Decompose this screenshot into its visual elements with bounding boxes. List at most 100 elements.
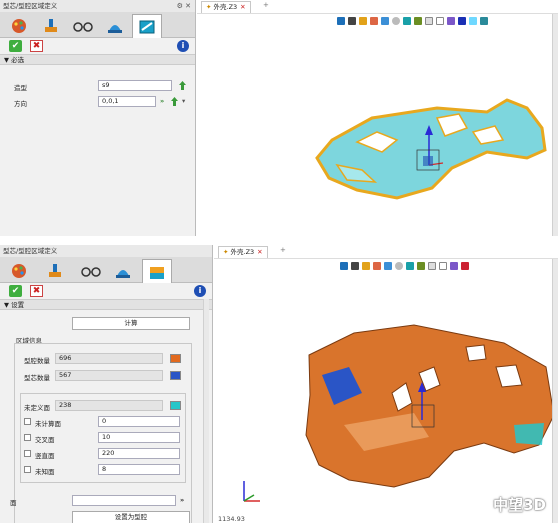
viewport[interactable]: ✦ 外壳.Z3 ✕ +: [197, 0, 558, 236]
crossing-value[interactable]: 10: [98, 432, 180, 443]
camera-icon[interactable]: [351, 262, 359, 270]
expand-icon[interactable]: »: [180, 496, 184, 504]
dropdown-icon[interactable]: ▾: [182, 97, 185, 105]
field-shape-row: 造型 s9: [0, 80, 196, 92]
model-view-bottom[interactable]: [214, 275, 558, 515]
tab-glasses-bottom[interactable]: [76, 259, 106, 283]
region-icon: [139, 20, 155, 33]
pick-direction-icon[interactable]: [170, 97, 179, 107]
layer-icon[interactable]: [403, 17, 411, 25]
pick-icon[interactable]: [178, 81, 187, 91]
undefined-color-swatch[interactable]: [170, 401, 181, 410]
vertical-value[interactable]: 220: [98, 448, 180, 459]
panel-title-text-bottom: 型芯/型腔区域定义: [3, 247, 58, 255]
info-button[interactable]: i: [194, 285, 206, 297]
walk-icon[interactable]: [340, 262, 348, 270]
model-view-top[interactable]: [197, 40, 558, 220]
property-panel-bottom: 型芯/型腔区域定义 ✔ ✖ i ▼ 设置 计算 区域信息 型腔数量 696 型芯…: [0, 245, 213, 523]
viewport-scrollbar-bottom[interactable]: [552, 259, 558, 523]
split-mold-icon: [150, 266, 164, 279]
tab-split-bottom[interactable]: [142, 259, 172, 283]
info-button[interactable]: i: [177, 40, 189, 52]
tab-region[interactable]: [132, 14, 162, 38]
viewport-tabbar-bottom: ✦ 外壳.Z3 ✕ +: [214, 245, 558, 259]
pencil-icon[interactable]: [362, 262, 370, 270]
tab-stamp[interactable]: [36, 14, 66, 38]
section-required[interactable]: ▼ 必选: [0, 54, 195, 65]
cube-icon[interactable]: [384, 262, 392, 270]
mold-icon: [108, 25, 122, 33]
tab-marker-icon: ✦: [206, 3, 214, 11]
glasses-icon: [73, 22, 93, 32]
new-tab-button-bottom[interactable]: +: [280, 246, 286, 254]
face-input[interactable]: [72, 495, 176, 506]
expand-icon[interactable]: »: [160, 97, 164, 105]
walk-icon[interactable]: [337, 17, 345, 25]
crossing-checkbox[interactable]: [24, 434, 31, 441]
cavity-color-swatch[interactable]: [170, 354, 181, 363]
viewport-scrollbar[interactable]: [552, 14, 558, 236]
uncalculated-value[interactable]: 0: [98, 416, 180, 427]
field-direction-label: 方向: [14, 100, 27, 108]
vertical-checkbox[interactable]: [24, 450, 31, 457]
section-icon[interactable]: [447, 17, 455, 25]
viewport-tab[interactable]: ✦ 外壳.Z3 ✕: [201, 1, 251, 13]
uncalculated-checkbox[interactable]: [24, 418, 31, 425]
palette-icon: [12, 264, 26, 278]
unknown-row: 未知面 8: [0, 464, 200, 476]
frame-icon[interactable]: [425, 17, 433, 25]
sphere-icon[interactable]: [392, 17, 400, 25]
layer-icon[interactable]: [406, 262, 414, 270]
viewport-tab-bottom[interactable]: ✦ 外壳.Z3 ✕: [218, 246, 268, 258]
page-icon[interactable]: [439, 262, 447, 270]
mold-icon: [116, 270, 130, 278]
display-icon[interactable]: [469, 17, 477, 25]
camera-icon[interactable]: [348, 17, 356, 25]
frame-icon[interactable]: [428, 262, 436, 270]
panel-title: 型芯/型腔区域定义 ⚙ ✕: [0, 0, 195, 12]
sphere-icon[interactable]: [395, 262, 403, 270]
core-color-swatch[interactable]: [170, 371, 181, 380]
render-icon[interactable]: [480, 17, 488, 25]
field-direction-input[interactable]: 0,0,1: [98, 96, 156, 107]
tab-stamp-bottom[interactable]: [40, 259, 70, 283]
new-tab-button[interactable]: +: [263, 1, 269, 9]
color-icon[interactable]: [461, 262, 469, 270]
tab-mold[interactable]: [100, 14, 130, 38]
section-settings[interactable]: ▼ 设置: [0, 299, 212, 310]
cancel-button[interactable]: ✖: [30, 40, 43, 52]
cancel-button[interactable]: ✖: [30, 285, 43, 297]
viewport-tab-label: 外壳.Z3: [213, 3, 238, 11]
property-panel: 型芯/型腔区域定义 ⚙ ✕ ✔ ✖ i ▼ 必选 造型 s9 方向 0,0,1 …: [0, 0, 196, 236]
section-icon[interactable]: [450, 262, 458, 270]
action-bar-bottom: ✔ ✖ i: [0, 283, 212, 299]
viewport-bottom[interactable]: ✦ 外壳.Z3 ✕ + 中望3D 1134.93: [214, 245, 558, 523]
pencil-icon[interactable]: [359, 17, 367, 25]
panel-scrollbar[interactable]: [203, 299, 209, 523]
unknown-value[interactable]: 8: [98, 464, 180, 475]
undefined-row: 未定义面 238: [0, 400, 200, 412]
section-settings-label: 设置: [11, 301, 25, 309]
cube-icon[interactable]: [381, 17, 389, 25]
filter-icon[interactable]: [417, 262, 425, 270]
ok-button[interactable]: ✔: [9, 285, 22, 297]
color-icon[interactable]: [458, 17, 466, 25]
calculate-button[interactable]: 计算: [72, 317, 190, 330]
shade-icon[interactable]: [373, 262, 381, 270]
filter-icon[interactable]: [414, 17, 422, 25]
viewport-tab-close-bottom[interactable]: ✕: [257, 248, 262, 256]
set-as-cavity-button[interactable]: 设置为型腔: [72, 511, 190, 523]
shade-icon[interactable]: [370, 17, 378, 25]
panel-controls[interactable]: ⚙ ✕: [177, 0, 191, 12]
unknown-checkbox[interactable]: [24, 466, 31, 473]
viewport-tab-close[interactable]: ✕: [240, 3, 245, 11]
tab-glasses[interactable]: [68, 14, 98, 38]
ok-button[interactable]: ✔: [9, 40, 22, 52]
tab-palette[interactable]: [4, 14, 34, 38]
tab-mold-bottom[interactable]: [108, 259, 138, 283]
action-bar: ✔ ✖ i: [0, 38, 195, 54]
tab-palette-bottom[interactable]: [4, 259, 34, 283]
page-icon[interactable]: [436, 17, 444, 25]
field-shape-input[interactable]: s9: [98, 80, 172, 91]
field-shape-label: 造型: [14, 84, 27, 92]
